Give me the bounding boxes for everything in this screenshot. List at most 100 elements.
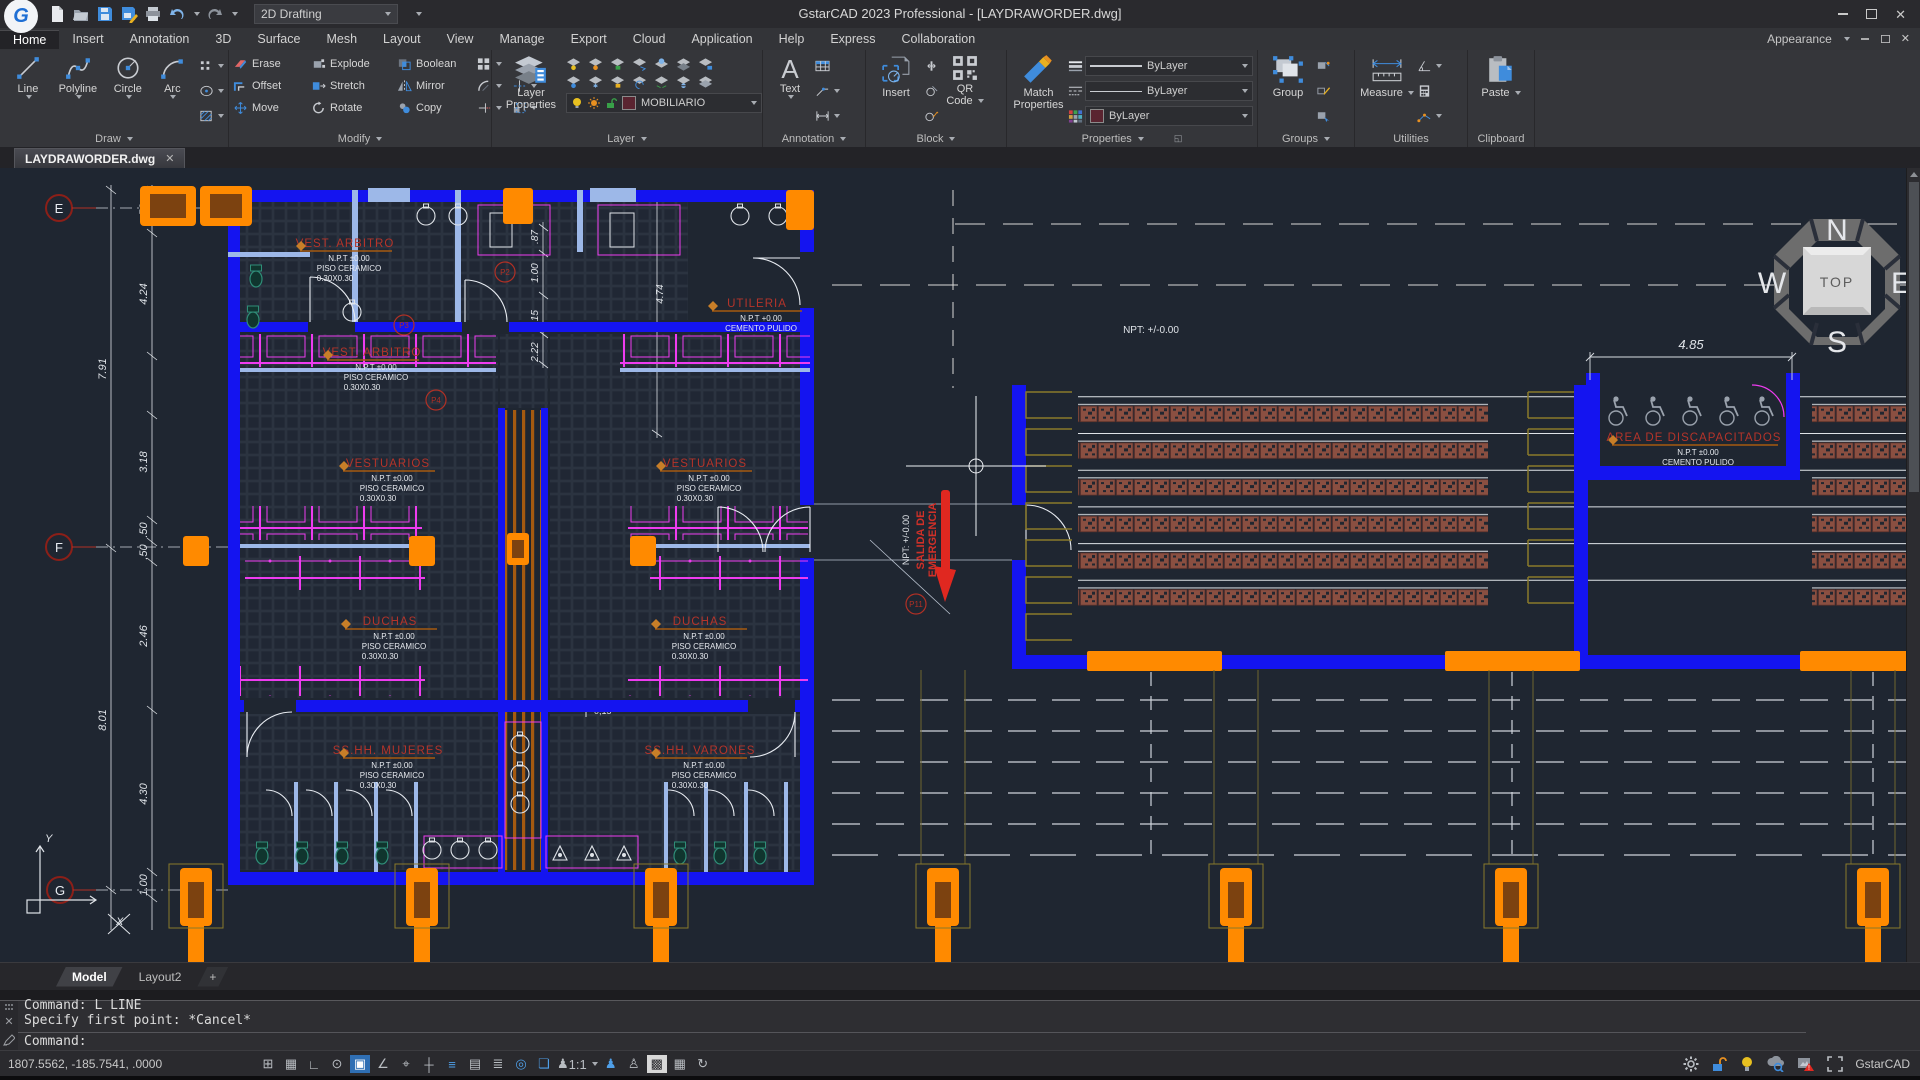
panel-label-modify[interactable]: Modify <box>229 130 491 147</box>
calculator-icon[interactable] <box>1417 80 1442 102</box>
panel-label-annotation[interactable]: Annotation <box>763 130 865 147</box>
mirror-button[interactable]: Mirror <box>397 75 467 97</box>
toolbar-overflow-icon[interactable] <box>416 12 422 16</box>
command-close-icon[interactable]: ✕ <box>4 1017 13 1028</box>
settings-gear-icon[interactable] <box>1683 1056 1699 1072</box>
command-window[interactable]: ✕ Command: L LINE Specify first point: *… <box>0 1000 1920 1051</box>
panel-label-block[interactable]: Block <box>866 130 1006 147</box>
layer-previous-icon[interactable] <box>676 57 691 71</box>
add-layout-button[interactable]: + <box>197 967 228 987</box>
ortho-toggle-icon[interactable]: ∟ <box>304 1055 324 1073</box>
group-select-icon[interactable] <box>1316 105 1331 127</box>
linetype-select[interactable]: ByLayer <box>1085 81 1253 101</box>
annotation-scale-dropdown-icon[interactable] <box>592 1062 598 1066</box>
tab-3d[interactable]: 3D <box>202 30 244 48</box>
layer-walk-icon[interactable] <box>676 75 691 89</box>
tab-view[interactable]: View <box>434 30 487 48</box>
match-properties-button[interactable]: MatchProperties <box>1011 53 1066 111</box>
hardware-acceleration-bulb-icon[interactable] <box>1739 1056 1755 1072</box>
redo-icon[interactable] <box>206 5 224 23</box>
tab-annotation[interactable]: Annotation <box>117 30 203 48</box>
document-tab[interactable]: LAYDRAWORDER.dwg ✕ <box>14 148 185 168</box>
undo-icon[interactable] <box>168 5 186 23</box>
layer-isolate-icon[interactable] <box>698 57 713 71</box>
color-select[interactable]: ByLayer <box>1085 106 1253 126</box>
otrack-toggle-icon[interactable]: ┼ <box>419 1055 439 1073</box>
print-icon[interactable] <box>144 5 162 23</box>
paste-button[interactable]: Paste <box>1474 53 1528 99</box>
background-toggle-icon[interactable]: ▩ <box>647 1055 667 1073</box>
table-button[interactable] <box>815 55 840 77</box>
save-icon[interactable] <box>96 5 114 23</box>
isolate-objects-icon[interactable]: ≣ <box>488 1055 508 1073</box>
scroll-up-icon[interactable] <box>1910 172 1918 177</box>
boolean-button[interactable]: Boolean <box>397 53 467 75</box>
workspace-select[interactable]: 2D Drafting <box>254 4 398 24</box>
angle-snap-toggle-icon[interactable]: ∠ <box>373 1055 393 1073</box>
tab-mesh[interactable]: Mesh <box>313 30 370 48</box>
vertical-scrollbar[interactable] <box>1906 168 1920 1048</box>
layer-on-icon[interactable] <box>566 57 581 71</box>
leader-button[interactable] <box>815 80 840 102</box>
table-toggle-icon[interactable]: ▦ <box>670 1055 690 1073</box>
appearance-menu[interactable]: Appearance <box>1767 32 1832 46</box>
new-file-icon[interactable] <box>48 5 66 23</box>
point-tools-button[interactable] <box>199 55 224 77</box>
linetype-icon[interactable] <box>1068 80 1083 102</box>
layer-lock-icon[interactable] <box>610 75 625 89</box>
doc-close-button[interactable]: ✕ <box>1901 33 1910 46</box>
tab-close-icon[interactable]: ✕ <box>165 152 174 165</box>
offset-button[interactable]: Offset <box>233 75 301 97</box>
annotation-visibility-icon[interactable]: ♟ <box>601 1055 621 1073</box>
ungroup-icon[interactable] <box>1316 55 1331 77</box>
dimension-button[interactable] <box>815 105 840 127</box>
grid-toggle-icon[interactable]: ▦ <box>281 1055 301 1073</box>
tab-model[interactable]: Model <box>56 967 123 987</box>
stretch-button[interactable]: Stretch <box>311 75 387 97</box>
undo-dropdown-icon[interactable] <box>194 12 200 16</box>
color-grid-icon[interactable] <box>1068 105 1083 127</box>
panel-label-clipboard[interactable]: Clipboard <box>1468 130 1534 147</box>
hatch-tools-button[interactable] <box>199 105 224 127</box>
group-button[interactable]: Group <box>1262 53 1314 99</box>
annotation-scale-button[interactable]: ♟ 1:1 <box>557 1055 587 1073</box>
command-prompt[interactable]: Command: <box>24 1034 87 1049</box>
circle-button[interactable]: Circle <box>104 53 152 99</box>
group-edit-icon[interactable] <box>1316 80 1331 102</box>
erase-button[interactable]: Erase <box>233 53 301 75</box>
drawing-canvas[interactable]: E F G 7.91 8.01 .50 4.24 3.18 .50 .50 2.… <box>0 168 1920 962</box>
qr-code-button[interactable]: QR Code <box>941 53 989 107</box>
tab-home[interactable]: Home <box>0 30 59 49</box>
osnap-toggle-icon[interactable]: ⌖ <box>396 1055 416 1073</box>
layer-current-icon[interactable] <box>632 57 647 71</box>
ellipse-tools-button[interactable] <box>199 80 224 102</box>
doc-minimize-button[interactable] <box>1861 38 1869 40</box>
drag-handle-icon[interactable] <box>4 1003 14 1011</box>
arc-button[interactable]: Arc <box>154 53 191 99</box>
layer-select[interactable]: MOBILIARIO <box>566 93 762 113</box>
angle-measure-icon[interactable] <box>1417 55 1442 77</box>
define-attribute-button[interactable] <box>924 55 939 77</box>
lineweight-icon[interactable] <box>1068 55 1083 77</box>
layer-unlock-icon[interactable] <box>610 57 625 71</box>
app-logo-icon[interactable]: G <box>4 0 38 33</box>
layer-freeze-icon[interactable] <box>588 75 603 89</box>
tab-cloud[interactable]: Cloud <box>620 30 679 48</box>
copy-button[interactable]: Copy <box>397 97 467 119</box>
text-button[interactable]: A Text <box>767 53 813 99</box>
doc-restore-button[interactable] <box>1881 35 1890 43</box>
tab-express[interactable]: Express <box>817 30 888 48</box>
layer-restore-icon[interactable] <box>632 75 647 89</box>
tab-application[interactable]: Application <box>678 30 765 48</box>
tab-help[interactable]: Help <box>766 30 818 48</box>
insert-button[interactable]: Insert <box>870 53 922 99</box>
redo-dropdown-icon[interactable] <box>232 12 238 16</box>
viewcube-west[interactable]: W <box>1758 267 1787 300</box>
clean-screen-icon[interactable]: ↻ <box>693 1055 713 1073</box>
window-minimize-button[interactable] <box>1838 13 1848 15</box>
tab-export[interactable]: Export <box>558 30 620 48</box>
layer-thaw-icon[interactable] <box>588 57 603 71</box>
panel-label-utilities[interactable]: Utilities <box>1355 130 1467 147</box>
viewcube-top[interactable]: TOP <box>1820 274 1855 290</box>
zoom-watch-icon[interactable]: ◎ <box>511 1055 531 1073</box>
